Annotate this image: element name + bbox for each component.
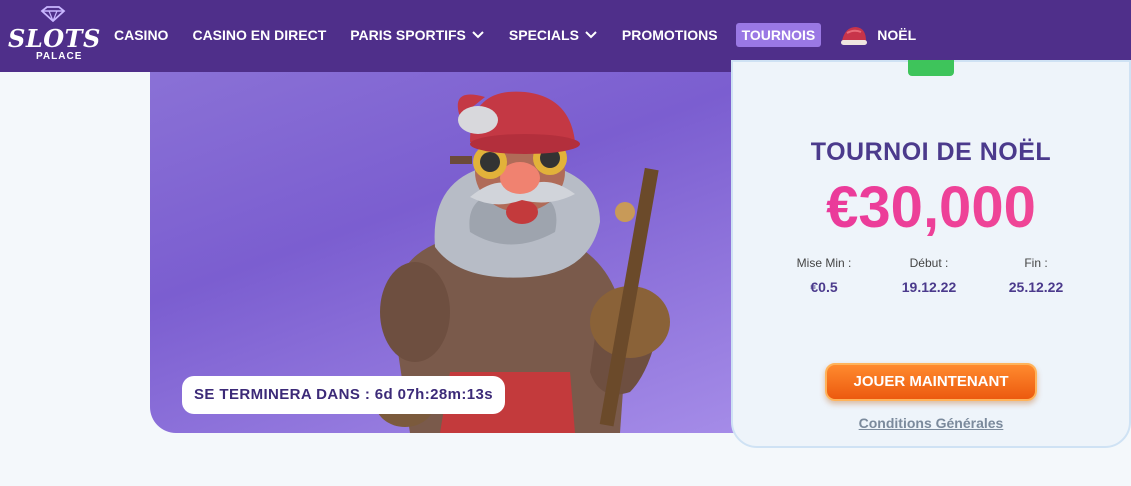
chevron-down-icon bbox=[585, 31, 597, 39]
nav-specials-label: SPECIALS bbox=[508, 27, 579, 43]
nav-casino-en-direct[interactable]: CASINO EN DIRECT bbox=[186, 23, 332, 47]
prize-pool: €30,000 bbox=[733, 174, 1129, 241]
tournament-countdown: SE TERMINERA DANS : 6d 07h:28m:13s bbox=[182, 376, 505, 414]
terms-link[interactable]: Conditions Générales bbox=[733, 415, 1129, 431]
chevron-down-icon bbox=[472, 31, 484, 39]
min-bet-label: Mise Min : bbox=[796, 256, 852, 270]
nav-specials[interactable]: SPECIALS bbox=[503, 23, 604, 47]
tournament-title: TOURNOI DE NOËL bbox=[810, 138, 1052, 166]
santa-hat-icon bbox=[841, 27, 868, 45]
start-date-value: 19.12.22 bbox=[901, 279, 957, 295]
tournament-info-panel: TOURNOI DE NOËL €30,000 Mise Min : €0.5 … bbox=[731, 60, 1131, 448]
min-bet-value: €0.5 bbox=[810, 279, 838, 295]
nav-promotions-label: PROMOTIONS bbox=[621, 27, 718, 43]
nav-tournois[interactable]: TOURNOIS bbox=[735, 23, 822, 47]
nav-casino-en-direct-label: CASINO EN DIRECT bbox=[192, 27, 327, 43]
nav-paris-sportifs[interactable]: PARIS SPORTIFS bbox=[344, 23, 491, 47]
nav-casino[interactable]: CASINO bbox=[108, 23, 174, 47]
end-date-value: 25.12.22 bbox=[1008, 279, 1064, 295]
start-date-stat: Début : 19.12.22 bbox=[874, 256, 984, 295]
start-date-label: Début : bbox=[909, 256, 949, 270]
diamond-icon bbox=[40, 6, 66, 22]
end-date-stat: Fin : 25.12.22 bbox=[981, 256, 1091, 295]
logo-subtitle: PALACE bbox=[36, 51, 83, 62]
nav-casino-label: CASINO bbox=[114, 27, 169, 43]
min-bet-stat: Mise Min : €0.5 bbox=[769, 256, 879, 295]
nav-tournois-label: TOURNOIS bbox=[741, 27, 816, 43]
nav-noel-label: NOËL bbox=[877, 27, 917, 43]
logo-word: SLOTS bbox=[8, 24, 101, 53]
play-now-button[interactable]: JOUER MAINTENANT bbox=[825, 363, 1037, 401]
slots-palace-logo[interactable]: SLOTS PALACE bbox=[8, 6, 100, 64]
main-menu: CASINO CASINO EN DIRECT PARIS SPORTIFS S… bbox=[108, 22, 934, 48]
end-date-label: Fin : bbox=[1024, 256, 1048, 270]
nav-paris-sportifs-label: PARIS SPORTIFS bbox=[350, 27, 466, 43]
status-indicator bbox=[908, 60, 954, 76]
nav-noel[interactable]: NOËL bbox=[833, 19, 922, 51]
nav-promotions[interactable]: PROMOTIONS bbox=[616, 23, 724, 47]
